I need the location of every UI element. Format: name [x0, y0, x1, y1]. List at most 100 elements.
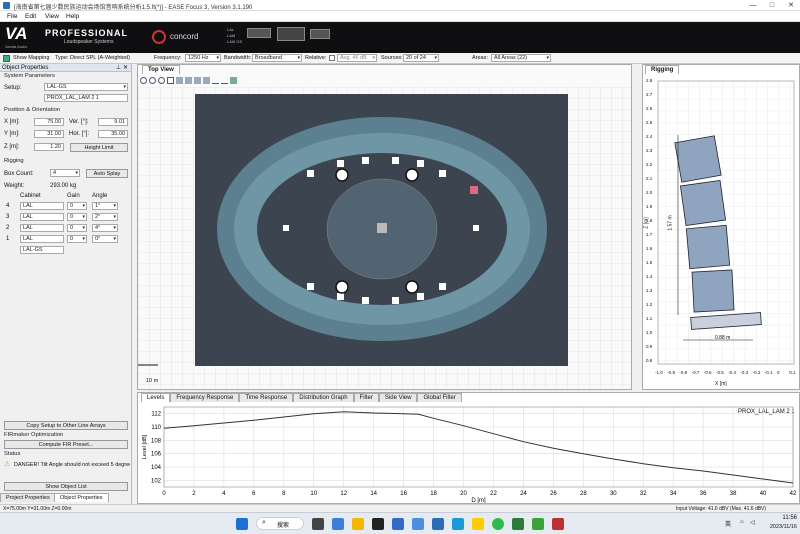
edge-icon[interactable] — [392, 518, 404, 530]
taskbar-search[interactable]: ⌕ 搜索 — [256, 517, 304, 530]
cabinet-grid-select[interactable]: LAL-GS — [20, 246, 64, 254]
show-mapping-button[interactable]: Show Mapping — [13, 55, 49, 61]
array-name-input[interactable]: PROX_LAL_LAM 2 1 — [44, 94, 128, 102]
pin-icon[interactable]: ⊥ — [116, 64, 121, 72]
z-input[interactable]: 1.20 — [34, 143, 64, 151]
copy-view-icon[interactable] — [194, 77, 201, 84]
tab-project-properties[interactable]: Project Properties — [0, 493, 56, 502]
areas-select[interactable]: All Areas (22) — [491, 54, 551, 62]
x-tick-label: 8 — [282, 491, 286, 497]
tab-object-properties[interactable]: Object Properties — [54, 493, 109, 502]
tab-side-view[interactable]: Side View — [378, 393, 418, 402]
frequency-select[interactable]: 1250 Hz — [185, 54, 221, 62]
relative-checkbox[interactable] — [329, 55, 335, 61]
menu-help[interactable]: Help — [62, 12, 83, 21]
zoom-fit-icon[interactable] — [158, 77, 165, 84]
ease-focus-icon[interactable] — [432, 518, 444, 530]
menu-file[interactable]: File — [3, 12, 21, 21]
ruler-icon[interactable] — [221, 77, 228, 84]
widgets-icon[interactable] — [332, 518, 344, 530]
layer-icon[interactable] — [185, 77, 192, 84]
app-icon-4[interactable] — [472, 518, 484, 530]
angle-select[interactable]: 0° — [92, 235, 118, 243]
rigging-panel: Rigging 1.57 m 0.88 m X [m] Z [m] 2.8 2.7… — [642, 64, 800, 390]
sources-select[interactable]: 20 of 24 — [403, 54, 439, 62]
tab-top-view[interactable]: Top View — [142, 65, 180, 74]
compute-fir-button[interactable]: Compute FIR Preset... — [4, 440, 128, 449]
zoom-out-icon[interactable] — [149, 77, 156, 84]
volume-icon[interactable]: ◁ — [750, 519, 755, 526]
ver-input[interactable]: 9.01 — [98, 118, 128, 126]
language-indicator[interactable]: 英 — [725, 519, 731, 528]
panel-close-icon[interactable]: ✕ — [123, 64, 128, 72]
cabinet-index: 3 — [6, 214, 10, 220]
menu-view[interactable]: View — [41, 12, 63, 21]
y-input[interactable]: 31.00 — [34, 130, 64, 138]
angle-select[interactable]: 2° — [92, 213, 118, 221]
gain-select[interactable]: 0 — [67, 224, 87, 232]
show-object-list-button[interactable]: Show Object List — [4, 482, 128, 491]
gain-select[interactable]: 0 — [67, 213, 87, 221]
angle-select[interactable]: 4° — [92, 224, 118, 232]
selected-array-marker[interactable] — [470, 186, 478, 194]
minimize-button[interactable]: — — [744, 0, 762, 11]
relative-select[interactable]: Avg. 46 dB — [337, 54, 377, 62]
app-icon-1[interactable] — [372, 518, 384, 530]
chrome-icon[interactable] — [492, 518, 504, 530]
cabinet-select[interactable]: LAL — [20, 202, 64, 210]
auto-splay-button[interactable]: Auto Splay — [86, 169, 128, 178]
tab-frequency-response[interactable]: Frequency Response — [170, 393, 240, 402]
clock-date[interactable]: 2023/11/16 — [757, 524, 797, 530]
gain-select[interactable]: 0 — [67, 202, 87, 210]
tab-distribution-graph[interactable]: Distribution Graph — [293, 393, 354, 402]
copy-setup-button[interactable]: Copy Setup to Other Line Arrays — [4, 421, 128, 430]
tab-time-response[interactable]: Time Response — [239, 393, 294, 402]
type-select[interactable]: Direct SPL (A-Weighted) — [70, 55, 140, 61]
measure-icon[interactable] — [212, 77, 219, 84]
gain-select[interactable]: 0 — [67, 235, 87, 243]
file-explorer-icon[interactable] — [352, 518, 364, 530]
tab-filter[interactable]: Filter — [353, 393, 379, 402]
angle-select[interactable]: 1° — [92, 202, 118, 210]
hor-input[interactable]: 35.00 — [98, 130, 128, 138]
menu-edit[interactable]: Edit — [21, 12, 40, 21]
setup-select[interactable]: LAL-GS — [44, 83, 128, 91]
z-label: Z [m]: — [4, 144, 20, 150]
tab-rigging[interactable]: Rigging — [645, 65, 680, 74]
clock-time[interactable]: 11:56 — [765, 515, 797, 521]
maximize-button[interactable]: □ — [763, 0, 781, 11]
tab-levels[interactable]: Levels — [141, 393, 171, 402]
app-icon-6[interactable] — [532, 518, 544, 530]
cabinet-select[interactable]: LAL — [20, 213, 64, 221]
box-count-select[interactable]: 4 — [50, 169, 80, 177]
windows-start-icon[interactable] — [236, 518, 248, 530]
rigging-y-tick: 2.0 — [646, 190, 653, 195]
x-tick-label: 20 — [460, 491, 467, 497]
x-tick-label: 10 — [310, 491, 317, 497]
app-icon-3[interactable] — [452, 518, 464, 530]
task-view-icon[interactable] — [312, 518, 324, 530]
x-tick-label: 26 — [550, 491, 557, 497]
zoom-in-icon[interactable] — [140, 77, 147, 84]
x-input[interactable]: 75.00 — [34, 118, 64, 126]
rigging-canvas — [657, 80, 795, 365]
select-icon[interactable] — [167, 77, 174, 84]
app-icon-2[interactable] — [412, 518, 424, 530]
height-limit-button[interactable]: Height Limit — [70, 143, 128, 152]
print-icon[interactable] — [203, 77, 210, 84]
cabinet-select[interactable]: LAL — [20, 224, 64, 232]
top-view-canvas[interactable] — [138, 87, 631, 389]
series-line — [163, 411, 794, 484]
bandwidth-select[interactable]: Broadband — [252, 54, 302, 62]
pointer-icon[interactable] — [230, 77, 237, 84]
tab-global-filter[interactable]: Global Filter — [417, 393, 462, 402]
sources-label: Sources: — [381, 55, 403, 61]
app-icon-5[interactable] — [512, 518, 524, 530]
cabinet-select[interactable]: LAL — [20, 235, 64, 243]
brand-sub: Vanda Audio — [5, 44, 28, 49]
app-icon — [3, 2, 10, 9]
app-icon-7[interactable] — [552, 518, 564, 530]
area-icon[interactable] — [176, 77, 183, 84]
close-button[interactable]: ✕ — [782, 0, 800, 11]
network-icon[interactable]: ⌂ — [740, 519, 744, 525]
